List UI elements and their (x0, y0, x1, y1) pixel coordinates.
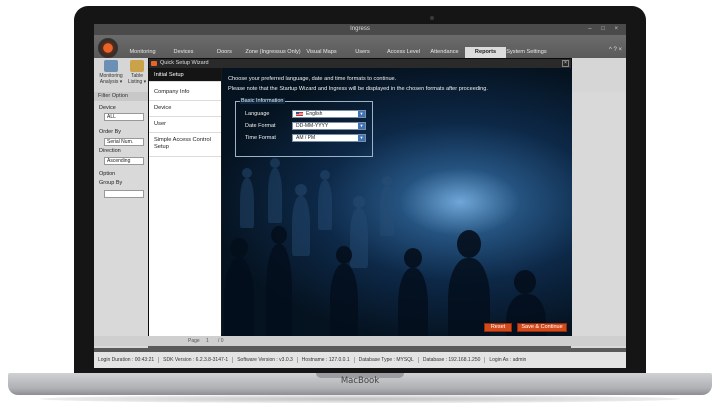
step-user[interactable]: User (149, 117, 221, 133)
status-bar: Login Duration : 00:43:21 SDK Version : … (94, 352, 626, 368)
laptop-brand-label: MacBook (340, 376, 380, 386)
direction-label: Direction (99, 148, 121, 154)
status-sdk-version: SDK Version : 6.2.3.8-3147-1 (159, 357, 234, 363)
screen: Ingress – □ × Monitoring Devices Doors Z… (94, 24, 626, 368)
tab-zone[interactable]: Zone (Ingressus Only) (245, 47, 301, 58)
quick-setup-wizard-dialog: Quick Setup Wizard × Initial Setup Compa… (148, 58, 572, 336)
group-by-label: Group By (99, 180, 123, 186)
table-listing-label: Table Listing ▾ (127, 73, 147, 85)
time-format-value: AM / PM (296, 135, 316, 141)
status-login-duration: Login Duration : 00:43:21 (94, 357, 160, 363)
tab-doors[interactable]: Doors (204, 47, 245, 58)
basic-information-group: Basic Information Language English ▼ Dat… (235, 98, 373, 157)
window-controls[interactable]: – □ × (588, 24, 622, 35)
chevron-down-icon[interactable]: ▼ (358, 135, 365, 141)
reset-button[interactable]: Reset (484, 323, 512, 332)
window-title: Ingress (350, 26, 370, 32)
wizard-icon (151, 61, 157, 66)
pager: Page 1 / 0 (94, 336, 626, 346)
step-simple-access-control-setup[interactable]: Simple Access Control Setup (149, 133, 221, 157)
option-label: Option (99, 171, 116, 177)
page-label: Page (188, 338, 200, 344)
tab-access-level[interactable]: Access Level (383, 47, 424, 58)
language-select[interactable]: English ▼ (292, 110, 366, 118)
right-panel (571, 92, 626, 348)
page-input[interactable]: 1 (206, 338, 209, 344)
table-listing-button[interactable]: Table Listing ▾ (126, 60, 148, 85)
group-by-select[interactable] (104, 190, 144, 198)
basic-information-title: Basic Information (240, 98, 285, 104)
status-database: Database : 192.168.1.250 (419, 357, 486, 363)
wizard-steps: Initial Setup Company Info Device User S… (149, 68, 221, 336)
language-value: English (306, 111, 323, 117)
language-label: Language (245, 111, 270, 117)
monitoring-analysis-label: Monitoring Analysis ▾ (99, 73, 123, 85)
intro-text-line2: Please note that the Startup Wizard and … (228, 86, 488, 92)
menu-help-controls[interactable]: ^ ? × (609, 47, 622, 53)
tab-reports[interactable]: Reports (465, 47, 506, 58)
time-format-label: Time Format (245, 135, 276, 141)
date-format-label: Date Format (245, 123, 276, 129)
direction-select[interactable]: Ascending (104, 157, 144, 165)
menu-tabs: Monitoring Devices Doors Zone (Ingressus… (122, 47, 547, 58)
app-logo-icon[interactable] (98, 38, 118, 58)
intro-text-line1: Choose your preferred language, date and… (228, 76, 397, 82)
step-initial-setup[interactable]: Initial Setup (149, 68, 221, 82)
status-login-as: Login As : admin (489, 357, 527, 363)
date-format-value: DD-MM-YYYY (296, 123, 329, 129)
device-label: Device (99, 105, 116, 111)
us-flag-icon (296, 111, 303, 116)
dialog-titlebar: Quick Setup Wizard × (149, 59, 571, 68)
page-total: / 0 (218, 338, 224, 344)
time-format-select[interactable]: AM / PM ▼ (292, 134, 366, 142)
table-icon (130, 60, 144, 72)
tab-devices[interactable]: Devices (163, 47, 204, 58)
date-format-select[interactable]: DD-MM-YYYY ▼ (292, 122, 366, 130)
status-database-type: Database Type : MYSQL (355, 357, 419, 363)
tab-visual-maps[interactable]: Visual Maps (301, 47, 342, 58)
tab-monitoring[interactable]: Monitoring (122, 47, 163, 58)
laptop-shadow (40, 395, 680, 403)
tab-system-settings[interactable]: System Settings (506, 47, 547, 58)
chart-icon (104, 60, 118, 72)
tab-attendance[interactable]: Attendance (424, 47, 465, 58)
step-device[interactable]: Device (149, 101, 221, 117)
close-icon[interactable]: × (562, 60, 569, 67)
monitoring-analysis-button[interactable]: Monitoring Analysis ▾ (96, 60, 126, 85)
step-company-info[interactable]: Company Info (149, 85, 221, 101)
order-by-label: Order By (99, 129, 122, 135)
status-software-version: Software Version : v3.0.3 (233, 357, 298, 363)
order-by-select[interactable]: Serial Num. (104, 138, 144, 146)
wizard-content: Choose your preferred language, date and… (222, 68, 572, 336)
camera-icon (430, 16, 434, 20)
chevron-down-icon[interactable]: ▼ (358, 123, 365, 129)
chevron-down-icon[interactable]: ▼ (358, 111, 365, 117)
filter-header: Filter Option (94, 92, 148, 101)
dialog-title: Quick Setup Wizard (160, 60, 209, 66)
filter-panel: Filter Option Device ALL Order By Serial… (94, 92, 148, 348)
save-continue-button[interactable]: Save & Continue (517, 323, 567, 332)
window-titlebar: Ingress – □ × (94, 24, 626, 35)
tab-users[interactable]: Users (342, 47, 383, 58)
status-hostname: Hostname : 127.0.0.1 (298, 357, 355, 363)
device-select[interactable]: ALL (104, 113, 144, 121)
